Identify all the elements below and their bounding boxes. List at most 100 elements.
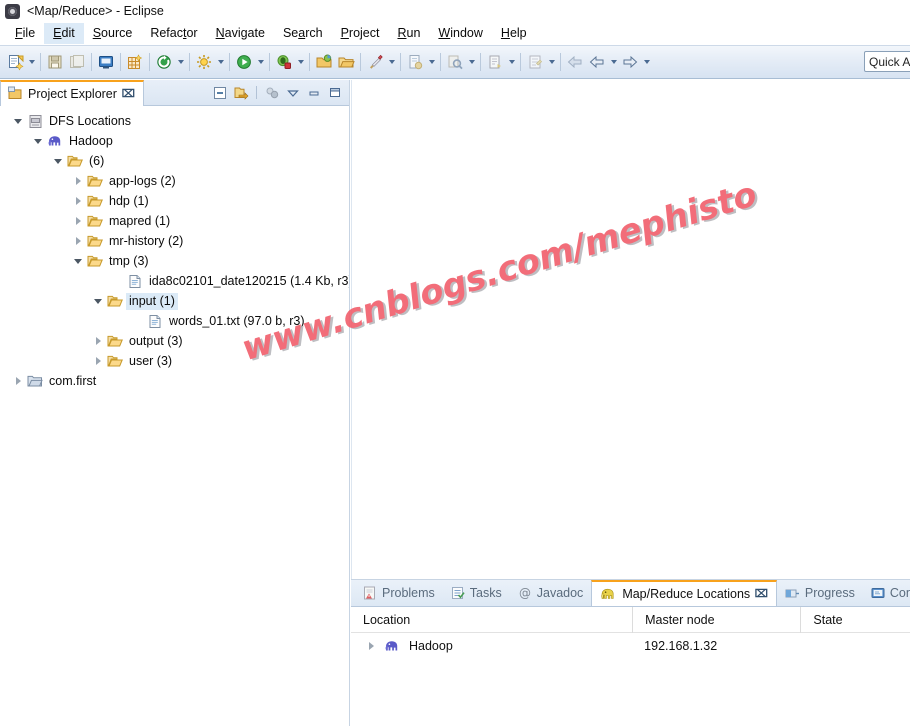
close-icon[interactable]: ⌧ [122,89,135,99]
maximize-icon[interactable] [327,85,343,101]
refresh-dropdown-arrow[interactable] [175,50,186,74]
chevron-down-icon[interactable] [90,291,106,311]
menu-run[interactable]: Run [388,23,429,44]
quick-access-input[interactable]: Quick Access [864,51,910,72]
tab-project-explorer[interactable]: Project Explorer ⌧ [0,80,144,106]
menu-navigate[interactable]: Navigate [207,23,274,44]
tab-progress[interactable]: Progress [777,580,863,606]
tree-item-label: (6) [89,153,105,168]
next-annotation-dropdown-arrow[interactable] [506,50,517,74]
chevron-right-icon[interactable] [90,351,106,371]
new-mapreduce-project-icon[interactable] [124,50,146,74]
tree-item[interactable]: hdp (1) [0,191,349,211]
menu-project[interactable]: Project [332,23,389,44]
forward-icon[interactable] [619,50,641,74]
last-edit-dropdown-arrow[interactable] [546,50,557,74]
dfs-tree[interactable]: DFS Locations Hadoop (6) app-logs (2) hdp (1… [0,107,349,726]
build-dropdown-arrow[interactable] [215,50,226,74]
external-tools-dropdown-arrow[interactable] [386,50,397,74]
focus-on-active-task-icon[interactable] [264,85,280,101]
toolbar-separator [400,53,401,71]
new-wizard-dropdown-arrow[interactable] [26,50,37,74]
external-tools-icon[interactable] [364,50,386,74]
new-java-class-dropdown-arrow[interactable] [426,50,437,74]
next-annotation-icon[interactable] [484,50,506,74]
chevron-down-icon[interactable] [70,251,86,271]
tree-item[interactable]: tmp (3) [0,251,349,271]
menu-refactor[interactable]: Refactor [141,23,206,44]
chevron-right-icon[interactable] [70,231,86,251]
tree-item[interactable]: mr-history (2) [0,231,349,251]
tab-label: Problems [382,586,435,600]
menu-help[interactable]: Help [492,23,536,44]
search-icon[interactable] [444,50,466,74]
tab-map-reduce-locations[interactable]: Map/Reduce Locations ⌧ [591,580,777,606]
refresh-icon[interactable] [153,50,175,74]
forward-dropdown-arrow[interactable] [641,50,652,74]
open-resource-icon[interactable] [335,50,357,74]
run-icon[interactable] [233,50,255,74]
chevron-down-icon[interactable] [30,131,46,151]
tree-item[interactable]: com.first [0,371,349,391]
search-dropdown-arrow[interactable] [466,50,477,74]
collapse-all-icon[interactable] [212,85,228,101]
chevron-down-icon[interactable] [10,111,26,131]
tree-item[interactable]: (6) [0,151,349,171]
print-icon[interactable] [95,50,117,74]
last-edit-location-icon[interactable] [524,50,546,74]
tab-problems[interactable]: Problems [355,580,443,606]
close-icon[interactable]: ⌧ [755,589,768,599]
link-with-editor-icon[interactable] [233,85,249,101]
run-dropdown-arrow[interactable] [255,50,266,74]
view-menu-icon[interactable] [285,85,301,101]
tree-item[interactable]: DFS Locations [0,111,349,131]
file-icon [146,311,164,331]
chevron-right-icon[interactable] [70,191,86,211]
chevron-right-icon[interactable] [70,211,86,231]
table-row[interactable]: Hadoop 192.168.1.32 [351,633,910,659]
chevron-right-icon[interactable] [363,636,379,656]
tree-item[interactable]: input (1) [0,291,349,311]
debug-dropdown-arrow[interactable] [295,50,306,74]
tree-item[interactable]: app-logs (2) [0,171,349,191]
column-header[interactable]: State [800,606,910,633]
new-wizard-icon[interactable] [4,50,26,74]
tree-item[interactable]: Hadoop [0,131,349,151]
build-icon[interactable] [193,50,215,74]
column-header[interactable]: Location [351,607,632,633]
save-all-icon[interactable] [66,50,88,74]
chevron-right-icon[interactable] [90,331,106,351]
back-icon[interactable] [564,50,586,74]
toolbar-separator [189,53,190,71]
tree-item[interactable]: ida8c02101_date120215 (1.4 Kb, r3) [0,271,349,291]
tree-item[interactable]: words_01.txt (97.0 b, r3) [0,311,349,331]
menu-file[interactable]: File [6,23,44,44]
tab-console[interactable]: Console [863,580,910,606]
minimize-icon[interactable] [306,85,322,101]
tree-item[interactable]: mapred (1) [0,211,349,231]
menu-search[interactable]: Search [274,23,332,44]
back-nav-icon[interactable] [586,50,608,74]
elephant-yellow-icon [600,587,617,601]
tree-item[interactable]: output (3) [0,331,349,351]
chevron-right-icon[interactable] [70,171,86,191]
project-explorer-icon [8,86,23,103]
main-toolbar: Quick Access [0,45,910,79]
chevron-right-icon[interactable] [10,371,26,391]
column-header[interactable]: Master node [632,606,800,633]
save-icon[interactable] [44,50,66,74]
tab-tasks[interactable]: Tasks [443,580,510,606]
editor-area [351,80,910,579]
tree-item[interactable]: user (3) [0,351,349,371]
menu-source[interactable]: Source [84,23,142,44]
new-java-class-icon[interactable] [404,50,426,74]
debug-icon[interactable] [273,50,295,74]
back-dropdown-arrow[interactable] [608,50,619,74]
menu-window[interactable]: Window [429,23,491,44]
chevron-down-icon[interactable] [50,151,66,171]
menu-edit[interactable]: Edit [44,23,84,44]
open-type-icon[interactable] [313,50,335,74]
project-explorer-tab-row: Project Explorer ⌧ [0,80,349,106]
tab-javadoc[interactable]: @ Javadoc [510,580,592,606]
